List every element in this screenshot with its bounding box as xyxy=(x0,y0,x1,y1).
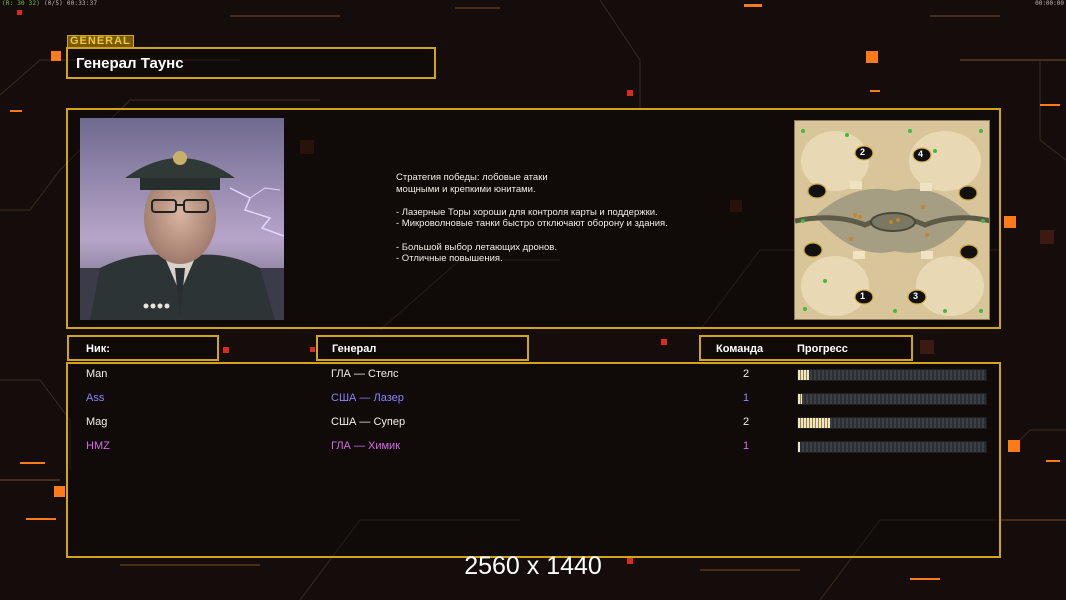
general-portrait xyxy=(80,118,284,320)
description-line xyxy=(396,195,736,207)
player-general: ГЛА — Стелс xyxy=(331,368,399,380)
description-line: Стратегия победы: лобовые атаки xyxy=(396,172,548,183)
player-general: США — Лазер xyxy=(331,392,404,404)
player-row: Ass США — Лазер 1 xyxy=(0,390,1066,408)
player-team: 1 xyxy=(742,440,750,452)
player-nick: Ass xyxy=(86,392,105,404)
column-header-nick-panel: Ник: xyxy=(67,335,219,361)
general-title-panel: Генерал Таунс xyxy=(66,47,436,79)
column-header-general: Генерал xyxy=(332,343,377,355)
map-preview: 2 4 1 3 xyxy=(794,120,990,320)
player-general: США — Супер xyxy=(331,416,406,428)
resolution-label: 2560 x 1440 xyxy=(464,552,602,580)
hud-elapsed-time: 00:33:37 xyxy=(66,0,98,7)
general-name: Генерал Таунс xyxy=(76,55,184,72)
description-line: - Большой выбор летающих дронов. xyxy=(396,241,557,253)
column-header-team: Команда xyxy=(716,343,764,355)
description-line: мощными и крепкими юнитами. xyxy=(396,183,536,195)
player-row: HMZ ГЛА — Химик 1 xyxy=(0,438,1066,456)
start-position-1: 1 xyxy=(854,289,874,310)
player-nick: Mag xyxy=(86,416,108,428)
player-team: 2 xyxy=(742,368,750,380)
start-position-number: 3 xyxy=(913,291,919,301)
loading-progress-bar xyxy=(797,393,987,405)
start-position-2: 2 xyxy=(854,145,874,166)
progress-fill xyxy=(798,370,810,380)
player-team: 1 xyxy=(742,392,750,404)
player-nick: Man xyxy=(86,368,108,380)
progress-fill xyxy=(798,394,802,404)
column-header-progress: Прогресс xyxy=(797,343,848,355)
player-row: Man ГЛА — Стелс 2 xyxy=(0,366,1066,384)
fps-value: (R: 30 32) xyxy=(2,0,41,7)
player-general: ГЛА — Химик xyxy=(331,440,401,452)
loading-progress-bar xyxy=(797,441,987,453)
column-header-general-panel: Генерал xyxy=(316,335,529,361)
loading-progress-bar xyxy=(797,369,987,381)
start-position-number: 4 xyxy=(918,149,924,159)
start-position-number: 2 xyxy=(860,147,866,157)
hud-extra: (0/5) xyxy=(43,0,63,7)
progress-fill xyxy=(798,418,830,428)
column-header-nick: Ник: xyxy=(86,343,110,355)
player-nick: HMZ xyxy=(86,440,110,452)
player-row: Mag США — Супер 2 xyxy=(0,414,1066,432)
start-position-4: 4 xyxy=(912,147,932,168)
description-line: - Лазерные Торы хороши для контроля карт… xyxy=(396,206,658,218)
hud-clock: 00:00:00 xyxy=(1035,0,1064,7)
loading-progress-bar xyxy=(797,417,987,429)
description-line: - Микроволновые танки быстро отключают о… xyxy=(396,218,668,230)
player-team: 2 xyxy=(742,416,750,428)
description-line xyxy=(396,230,736,242)
description-line: - Отличные повышения. xyxy=(396,253,503,265)
strategy-description: Стратегия победы: лобовые атаки мощными … xyxy=(396,172,736,265)
fps-readout: (R: 30 32) (0/5) 00:33:37 xyxy=(2,0,97,7)
start-position-3: 3 xyxy=(907,289,927,310)
column-header-team-panel: Команда Прогресс xyxy=(699,335,913,361)
progress-fill xyxy=(798,442,800,452)
start-position-number: 1 xyxy=(860,291,866,301)
